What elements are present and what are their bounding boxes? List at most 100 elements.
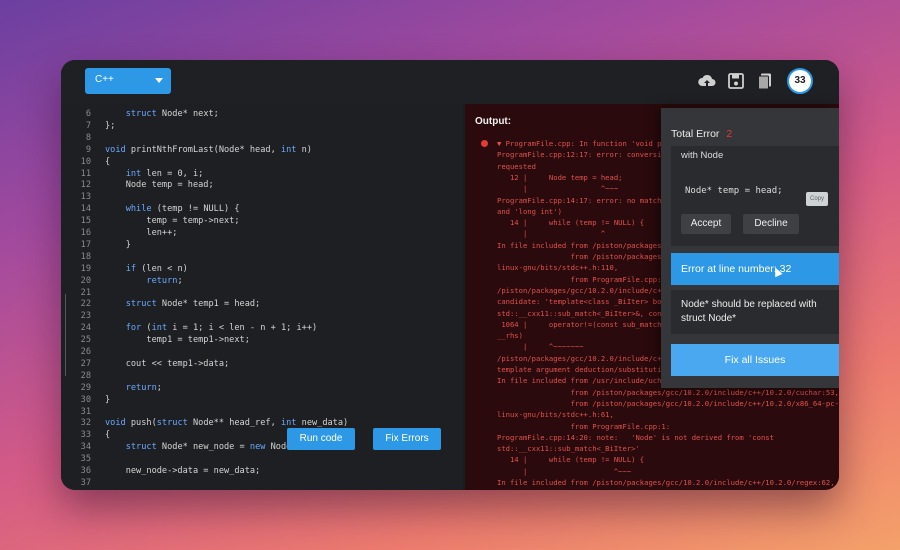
line-number: 29: [80, 382, 91, 393]
output-line: ProgramFile.cpp:14:20: note: 'Node' is n…: [497, 432, 774, 442]
line-number: 18: [80, 251, 91, 262]
line-number: 12: [80, 180, 91, 191]
line-number: 8: [85, 132, 91, 143]
code-text: new_node->data = new_data;: [105, 466, 261, 476]
line-number: 32: [80, 418, 91, 429]
code-editor[interactable]: 6 struct Node* next; 7}; 8 9 void printNthFr…: [61, 104, 463, 490]
output-line: In file included from /piston/packages/g…: [497, 478, 835, 487]
code-text: {: [105, 430, 111, 441]
line-number: 6: [85, 109, 91, 119]
code-text: {: [105, 156, 111, 167]
error-assistant-panel: Total Error 2 with Node Node* temp = hea…: [661, 108, 839, 388]
language-select[interactable]: C++: [85, 68, 171, 94]
output-line: from /piston/packages/g: [497, 252, 671, 261]
total-error-label: Total Error: [671, 128, 720, 140]
output-line: /piston/packages/gcc/10.2.0/include/c++/: [497, 353, 671, 363]
fix-all-issues-button[interactable]: Fix all Issues: [671, 344, 839, 376]
code-text: void printNthFromLast(Node* head, int n): [105, 144, 312, 155]
line-number: 36: [80, 466, 91, 476]
accept-button[interactable]: Accept: [681, 214, 731, 234]
code-text: struct Node* temp1 = head;: [125, 299, 261, 310]
line-number: 25: [80, 335, 91, 346]
output-line: /piston/packages/gcc/10.2.0/include/c++/: [497, 285, 671, 295]
fix-errors-button[interactable]: Fix Errors: [373, 428, 441, 450]
output-line: __rhs): [497, 331, 523, 341]
suggestion-card: with Node Node* temp = head; Copy Accept…: [671, 146, 839, 246]
output-line: 12 | Node temp = head;: [497, 172, 623, 182]
output-line: std::__cxx11::sub_match<_BiIter>': [497, 444, 640, 454]
line-number: 21: [80, 287, 91, 298]
code-editor-window: C++ 33 6 struct Node* next; 7}; 8 9 void pri…: [61, 60, 839, 490]
output-line: from /piston/packages/gcc/10.2.0/include…: [497, 387, 839, 397]
line-number: 28: [80, 370, 91, 381]
line-number: 17: [80, 239, 91, 250]
chevron-down-icon: [155, 78, 163, 83]
line-number: 13: [80, 192, 91, 203]
output-line: std::__cxx11::sub_match<_BiIter>&, const: [497, 308, 671, 318]
code-text: struct Node* next;: [125, 109, 219, 119]
line-number: 22: [80, 299, 91, 310]
decline-button[interactable]: Decline: [743, 214, 799, 234]
output-line: template argument deduction/substitutio: [497, 365, 666, 374]
line-number: 16: [80, 228, 91, 238]
total-error-count: 2: [726, 128, 733, 140]
line-number: 26: [80, 347, 91, 357]
output-line: 1064 | operator!=(const sub_match<: [497, 319, 666, 329]
code-text: cout << temp1->data;: [105, 358, 230, 369]
code-text: return;: [146, 275, 183, 286]
output-line: ▼ ProgramFile.cpp: In function 'void pri: [497, 139, 671, 148]
code-text: for (int i = 1; i < len - n + 1; i++): [125, 323, 318, 334]
line-number: 23: [80, 311, 91, 322]
code-text: int len = 0, i;: [125, 168, 204, 179]
line-number: 37: [80, 477, 91, 488]
output-line: and 'long int'): [497, 206, 562, 216]
code-text: while (temp != NULL) {: [125, 204, 240, 215]
output-line: 14 | while (temp != NULL) {: [497, 455, 645, 465]
code-text: return;: [125, 382, 162, 393]
line-number: 20: [80, 275, 91, 286]
code-text: }: [105, 239, 131, 250]
output-line: | ^~~~~~~~: [497, 342, 584, 352]
output-line: from ProgramFile.cpp:1:: [497, 421, 671, 431]
line-number: 10: [80, 156, 91, 167]
output-line: | ^~~~: [497, 184, 619, 194]
line-number: 24: [80, 323, 91, 334]
output-line: 14 | while (temp != NULL) {: [497, 218, 645, 228]
suggestion-text: with Node: [681, 150, 724, 161]
line-number: 33: [80, 430, 91, 441]
total-error: Total Error 2: [671, 128, 732, 140]
line-number: 35: [80, 454, 91, 465]
line-number: 14: [80, 204, 91, 215]
output-line: linux-gnu/bits/stdc++.h:110,: [497, 263, 619, 273]
output-line: requested: [497, 161, 536, 171]
top-toolbar: C++ 33: [61, 60, 839, 104]
output-line: ProgramFile.cpp:12:17: error: conversion: [497, 150, 671, 160]
error-line-item[interactable]: Error at line number: 32: [671, 253, 839, 285]
suggestion-code: Node* temp = head;: [685, 186, 783, 196]
run-code-button[interactable]: Run code: [287, 428, 355, 450]
cloud-upload-icon[interactable]: [697, 71, 717, 91]
line-number: 34: [80, 442, 91, 453]
output-line: candidate: 'template<class _BiIter> bool: [497, 297, 671, 307]
output-line: linux-gnu/bits/stdc++.h:61,: [497, 410, 614, 420]
code-text: temp1 = temp1->next;: [105, 335, 250, 346]
code-text: if (len < n): [125, 263, 188, 274]
code-text: temp = temp->next;: [105, 216, 240, 227]
line-number: 9: [85, 144, 91, 155]
output-line: ProgramFile.cpp:14:17: error: no match f: [497, 195, 671, 205]
output-line: from ProgramFile.cpp:1:: [497, 274, 671, 284]
save-icon[interactable]: [726, 71, 746, 91]
language-select-value: C++: [95, 74, 114, 85]
line-number: 19: [80, 263, 91, 274]
user-avatar[interactable]: 33: [787, 68, 813, 94]
code-text: }: [105, 394, 111, 405]
line-number: 30: [80, 394, 91, 405]
copy-files-icon[interactable]: [755, 71, 775, 91]
code-text: new_node->next = (*head_ref);: [105, 489, 276, 491]
output-title: Output:: [475, 116, 512, 127]
line-number: 15: [80, 216, 91, 227]
code-text: Node temp = head;: [105, 180, 214, 191]
copy-button[interactable]: Copy: [806, 192, 828, 206]
output-line: from /piston/packages/gcc/10.2.0/include…: [497, 398, 839, 408]
line-number: 7: [85, 120, 91, 131]
